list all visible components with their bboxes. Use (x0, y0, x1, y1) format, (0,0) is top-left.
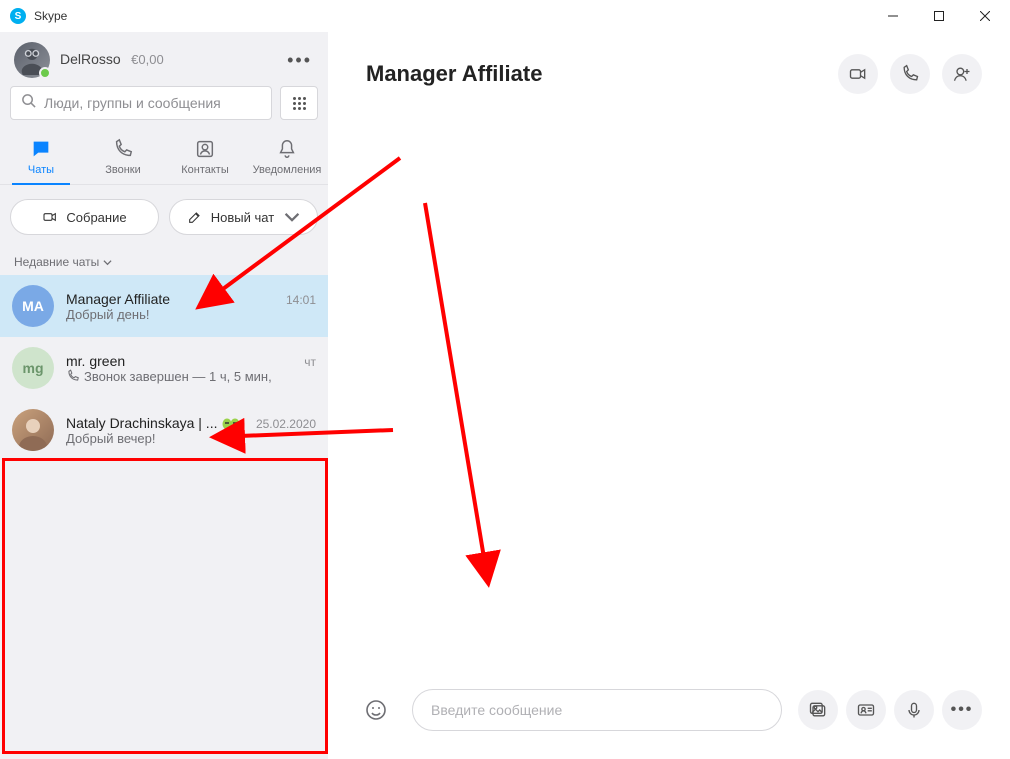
annotation-box (2, 458, 328, 754)
meeting-button-label: Собрание (66, 210, 126, 225)
message-area (328, 114, 1010, 671)
chat-name-text: Nataly Drachinskaya | ... (66, 415, 217, 431)
recent-chats-label: Недавние чаты (14, 255, 99, 269)
tab-notifications-label: Уведомления (253, 164, 322, 176)
chat-item-time: 25.02.2020 (256, 417, 316, 431)
edit-icon (187, 209, 203, 225)
dialpad-button[interactable] (280, 86, 318, 120)
recent-chats-header[interactable]: Недавние чаты (0, 249, 328, 275)
chat-item-time: 14:01 (286, 293, 316, 307)
chat-item-name: mr. green (66, 353, 125, 369)
gallery-icon (808, 700, 828, 720)
ellipsis-icon: ••• (951, 701, 974, 719)
chat-item-preview: Добрый вечер! (66, 431, 316, 446)
audio-call-button[interactable] (890, 54, 930, 94)
more-actions-button[interactable]: ••• (942, 690, 982, 730)
new-chat-button[interactable]: Новый чат (169, 199, 318, 235)
tab-notifications[interactable]: Уведомления (246, 132, 328, 184)
tab-chats-label: Чаты (28, 164, 54, 176)
window-maximize-button[interactable] (916, 0, 962, 32)
chat-item-preview: Звонок завершен — 1 ч, 5 мин, (66, 369, 316, 384)
chat-item-preview: Добрый день! (66, 307, 316, 322)
add-user-icon (952, 64, 972, 84)
chat-avatar: MA (12, 285, 54, 327)
tab-contacts-label: Контакты (181, 164, 229, 176)
video-call-button[interactable] (838, 54, 878, 94)
chat-item-name: Manager Affiliate (66, 291, 170, 307)
skype-logo-icon: S (10, 8, 26, 24)
dialpad-icon (293, 97, 306, 110)
chat-list-item[interactable]: mg mr. green чт Звонок завершен — 1 ч, 5… (0, 337, 328, 399)
tab-contacts[interactable]: Контакты (164, 132, 246, 184)
video-icon (42, 209, 58, 225)
video-icon (848, 64, 868, 84)
card-icon (856, 700, 876, 720)
voice-message-button[interactable] (894, 690, 934, 730)
window-titlebar: S Skype (0, 0, 1010, 32)
phone-icon (66, 369, 80, 383)
presence-indicator (39, 67, 51, 79)
add-participant-button[interactable] (942, 54, 982, 94)
conversation-title[interactable]: Manager Affiliate (366, 61, 542, 87)
phone-icon (112, 138, 134, 160)
message-input[interactable] (431, 702, 763, 718)
chat-item-time: чт (304, 355, 316, 369)
chat-icon (30, 138, 52, 160)
tab-calls[interactable]: Звонки (82, 132, 164, 184)
bell-icon (276, 138, 298, 160)
chat-item-name: Nataly Drachinskaya | ... (66, 415, 241, 431)
message-input-container[interactable] (412, 689, 782, 731)
window-minimize-button[interactable] (870, 0, 916, 32)
chat-avatar (12, 409, 54, 451)
new-chat-button-label: Новый чат (211, 210, 274, 225)
meeting-button[interactable]: Собрание (10, 199, 159, 235)
more-menu-button[interactable]: ••• (285, 46, 314, 75)
media-gallery-button[interactable] (798, 690, 838, 730)
profile-avatar[interactable] (14, 42, 50, 78)
tab-calls-label: Звонки (105, 164, 141, 176)
chat-preview-text: Звонок завершен — 1 ч, 5 мин, (84, 369, 272, 384)
search-input-container[interactable] (10, 86, 272, 120)
chat-list-item[interactable]: Nataly Drachinskaya | ... 25.02.2020 Доб… (0, 399, 328, 461)
emoji-button[interactable] (356, 690, 396, 730)
profile-name[interactable]: DelRosso (60, 51, 121, 67)
smile-icon (364, 698, 388, 722)
search-input[interactable] (44, 95, 261, 111)
window-title: Skype (34, 9, 67, 23)
window-close-button[interactable] (962, 0, 1008, 32)
phone-icon (900, 64, 920, 84)
conversation-pane: Manager Affiliate (328, 32, 1010, 759)
chat-list-item[interactable]: MA Manager Affiliate 14:01 Добрый день! (0, 275, 328, 337)
microphone-icon (904, 700, 924, 720)
profile-balance[interactable]: €0,00 (131, 52, 164, 67)
contact-card-button[interactable] (846, 690, 886, 730)
emoji-icon (221, 418, 241, 430)
chat-avatar: mg (12, 347, 54, 389)
contacts-icon (194, 138, 216, 160)
chevron-down-icon (103, 258, 112, 267)
search-icon (21, 93, 36, 113)
tab-chats[interactable]: Чаты (0, 132, 82, 184)
chevron-down-icon (284, 209, 300, 225)
